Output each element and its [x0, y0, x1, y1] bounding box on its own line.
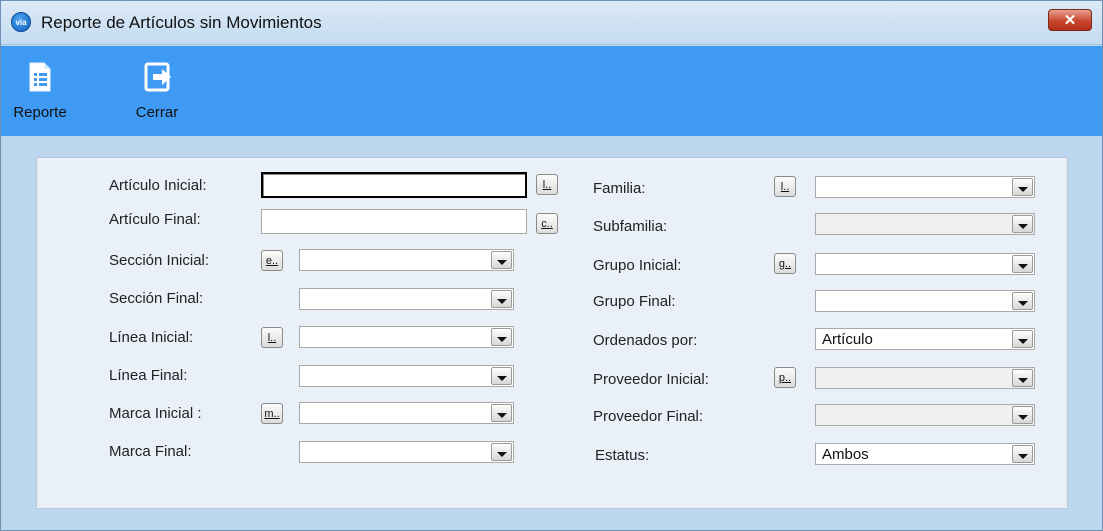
ordenados-por-value: Artículo	[822, 331, 873, 348]
estatus-value: Ambos	[822, 446, 869, 463]
articulo-final-search-button[interactable]: c..	[536, 213, 558, 234]
app-logo-icon: via	[11, 12, 31, 32]
seccion-final-label: Sección Final:	[109, 290, 204, 307]
chevron-down-icon[interactable]	[1012, 369, 1033, 387]
chevron-down-icon[interactable]	[491, 290, 512, 308]
seccion-inicial-combo[interactable]	[299, 249, 514, 271]
linea-final-combo[interactable]	[299, 365, 514, 387]
filter-panel: Artículo Inicial: l.. Artículo Final: c.…	[36, 157, 1068, 509]
chevron-down-icon[interactable]	[491, 367, 512, 385]
window-close-button[interactable]: ✕	[1048, 9, 1092, 31]
chevron-down-icon[interactable]	[1012, 255, 1033, 273]
exit-icon	[144, 62, 171, 92]
estatus-label: Estatus:	[595, 447, 650, 464]
chevron-down-icon[interactable]	[1012, 215, 1033, 233]
articulo-inicial-field[interactable]	[263, 174, 525, 196]
chevron-down-icon[interactable]	[491, 443, 512, 461]
linea-inicial-combo[interactable]	[299, 326, 514, 348]
marca-inicial-search-button[interactable]: m..	[261, 403, 283, 424]
grupo-inicial-combo[interactable]	[815, 253, 1035, 275]
articulo-inicial-input[interactable]	[261, 172, 527, 198]
ordenados-por-combo[interactable]: Artículo	[815, 328, 1035, 350]
familia-search-button[interactable]: l..	[774, 176, 796, 197]
report-button[interactable]: Reporte	[13, 46, 67, 136]
grupo-inicial-search-button[interactable]: g..	[774, 253, 796, 274]
seccion-inicial-search-button[interactable]: e..	[261, 250, 283, 271]
proveedor-inicial-combo[interactable]	[815, 367, 1035, 389]
proveedor-final-label: Proveedor Final:	[593, 408, 704, 425]
chevron-down-icon[interactable]	[491, 328, 512, 346]
marca-final-combo[interactable]	[299, 441, 514, 463]
close-button-label: Cerrar	[135, 104, 179, 121]
marca-inicial-label: Marca Inicial :	[109, 405, 202, 422]
chevron-down-icon[interactable]	[491, 404, 512, 422]
familia-label: Familia:	[593, 180, 646, 197]
toolbar: Reporte Cerrar	[1, 46, 1102, 136]
chevron-down-icon[interactable]	[491, 251, 512, 269]
linea-final-label: Línea Final:	[109, 367, 188, 384]
report-button-label: Reporte	[13, 104, 67, 121]
linea-inicial-search-button[interactable]: l..	[261, 327, 283, 348]
grupo-final-combo[interactable]	[815, 290, 1035, 312]
linea-inicial-label: Línea Inicial:	[109, 329, 194, 346]
articulo-inicial-search-button[interactable]: l..	[536, 174, 558, 195]
report-window: via Reporte de Artículos sin Movimientos…	[0, 0, 1103, 531]
title-bar: via Reporte de Artículos sin Movimientos…	[1, 1, 1102, 45]
articulo-final-field[interactable]	[262, 210, 526, 233]
chevron-down-icon[interactable]	[1012, 445, 1033, 463]
ordenados-por-label: Ordenados por:	[593, 332, 698, 349]
window-title: Reporte de Artículos sin Movimientos	[41, 13, 322, 32]
seccion-inicial-label: Sección Inicial:	[109, 252, 210, 269]
chevron-down-icon[interactable]	[1012, 330, 1033, 348]
grupo-inicial-label: Grupo Inicial:	[593, 257, 682, 274]
proveedor-inicial-label: Proveedor Inicial:	[593, 371, 709, 388]
proveedor-final-combo[interactable]	[815, 404, 1035, 426]
articulo-final-label: Artículo Final:	[109, 211, 201, 228]
close-button[interactable]: Cerrar	[129, 46, 185, 136]
marca-inicial-combo[interactable]	[299, 402, 514, 424]
marca-final-label: Marca Final:	[109, 443, 192, 460]
familia-combo[interactable]	[815, 176, 1035, 198]
subfamilia-combo[interactable]	[815, 213, 1035, 235]
articulo-inicial-label: Artículo Inicial:	[109, 177, 207, 194]
grupo-final-label: Grupo Final:	[593, 293, 676, 310]
proveedor-inicial-search-button[interactable]: p..	[774, 367, 796, 388]
articulo-final-input[interactable]	[261, 209, 527, 234]
chevron-down-icon[interactable]	[1012, 178, 1033, 196]
estatus-combo[interactable]: Ambos	[815, 443, 1035, 465]
subfamilia-label: Subfamilia:	[593, 218, 668, 235]
report-document-icon	[27, 62, 53, 92]
chevron-down-icon[interactable]	[1012, 406, 1033, 424]
seccion-final-combo[interactable]	[299, 288, 514, 310]
chevron-down-icon[interactable]	[1012, 292, 1033, 310]
